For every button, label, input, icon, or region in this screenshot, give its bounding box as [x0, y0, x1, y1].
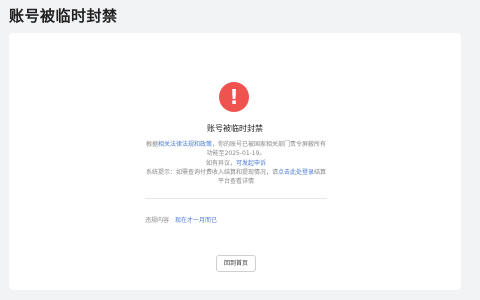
page-title: 账号被临时封禁 [9, 7, 118, 25]
login-settlement-link[interactable]: 点击此处登录 [278, 169, 314, 176]
hint-prefix: 系统提示：如需查询付费收入结算和提现情况，请 [145, 169, 278, 176]
violation-row: 违规内容 现在才一月而已 [145, 215, 217, 224]
appeal-link[interactable]: 可发起申诉 [236, 160, 266, 167]
ban-notice-card: ! 账号被临时封禁 根据相关法律法规和政策，你的账号已被国家相关部门责令屏蔽所有… [9, 33, 461, 290]
appeal-line: 如有异议，可发起申诉 [145, 159, 327, 168]
back-home-button[interactable]: 回到首页 [216, 255, 256, 272]
system-hint: 系统提示：如需查询付费收入结算和提现情况，请点击此处登录结算平台查看详情 [145, 168, 327, 186]
notice-body-prefix: 根据 [145, 141, 158, 148]
notice-title: 账号被临时封禁 [207, 124, 263, 133]
appeal-prefix: 如有异议， [205, 160, 236, 167]
divider [145, 198, 327, 199]
notice-body: 根据相关法律法规和政策，你的账号已被国家相关部门责令屏蔽所有功能至2025-01… [145, 140, 327, 186]
violation-label: 违规内容 [145, 217, 170, 224]
regulations-link[interactable]: 相关法律法规和政策 [158, 141, 212, 148]
violation-value: 现在才一月而已 [175, 217, 218, 224]
exclamation-icon: ! [219, 82, 249, 112]
notice-body-suffix: ，你的账号已被国家相关部门责令屏蔽所有功能至2025-01-19。 [206, 141, 327, 157]
